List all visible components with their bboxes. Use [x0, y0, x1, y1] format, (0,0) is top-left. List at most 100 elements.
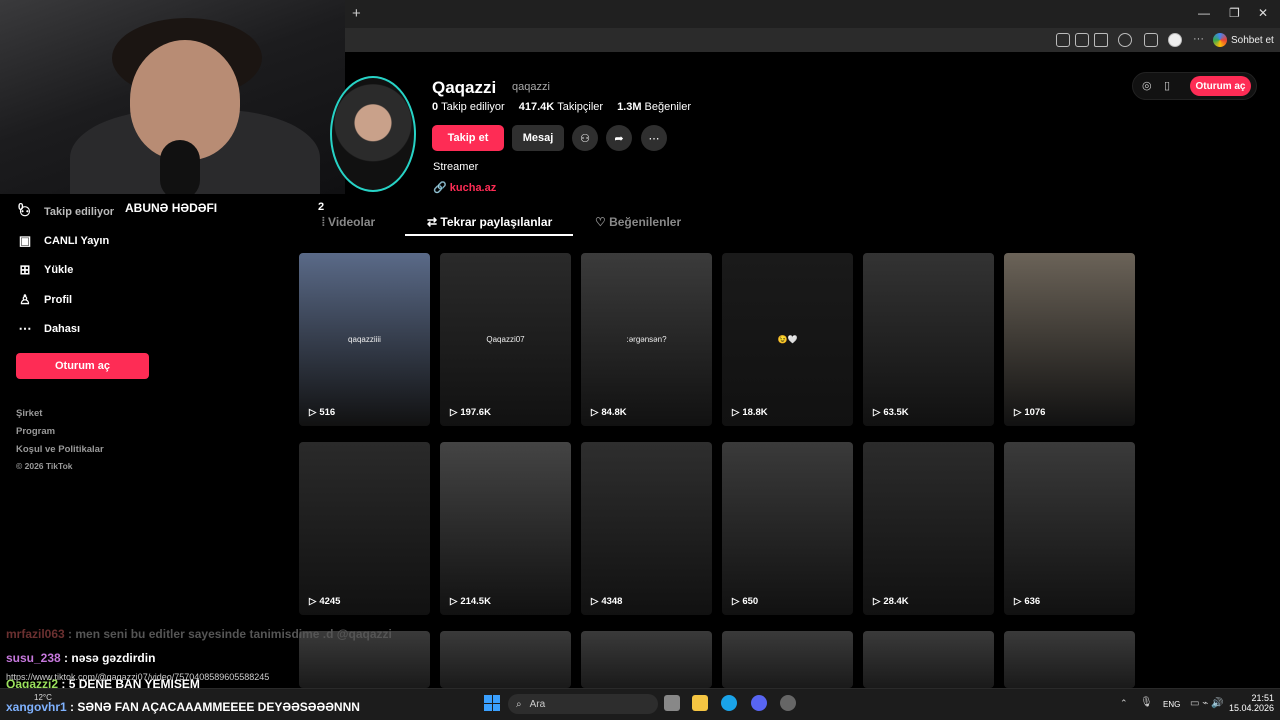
goal-count-right: 2 — [318, 201, 325, 213]
profile-name: Qaqazzi — [432, 78, 497, 97]
translate-icon[interactable] — [1075, 33, 1089, 47]
sidebar-item-live[interactable]: ▣ CANLI Yayın — [18, 234, 109, 248]
video-card[interactable]: ▷ 214.5K — [440, 442, 571, 615]
close-button[interactable]: ✕ — [1258, 6, 1268, 20]
share-icon[interactable]: ➦ — [606, 125, 632, 151]
video-card[interactable]: ▷ 636 — [1004, 442, 1135, 615]
view-count-text: 84.8K — [601, 407, 627, 418]
video-caption: 😉🤍 — [777, 335, 798, 344]
view-count-text: 650 — [742, 596, 759, 607]
restore-button[interactable]: ❐ — [1229, 6, 1240, 20]
footer-program-link[interactable]: Program — [16, 426, 55, 437]
video-card[interactable]: :ərgənsən? ▷ 84.8K — [581, 253, 712, 426]
view-count-text: 4348 — [601, 596, 623, 607]
new-tab-button[interactable]: + — [352, 5, 361, 22]
profile-link[interactable]: 🔗 kucha.az — [433, 181, 496, 194]
follow-button[interactable]: Takip et — [432, 125, 504, 151]
browser-menu-icon[interactable]: ··· — [1193, 33, 1204, 45]
play-icon: ▷ — [309, 596, 317, 607]
start-icon[interactable] — [484, 695, 500, 711]
play-icon: ▷ — [450, 407, 458, 418]
view-count-text: 63.5K — [883, 407, 909, 418]
likes-stat: 1.3M Beğeniler — [617, 101, 692, 113]
view-count: ▷ 63.5K — [873, 407, 909, 418]
view-count-text: 636 — [1024, 596, 1041, 607]
sidebar-item-more[interactable]: ⋯ Dahası — [18, 321, 81, 336]
profile-avatar-icon[interactable] — [1168, 33, 1182, 47]
network-icon[interactable]: ▭ ⌁ 🔊 — [1190, 698, 1223, 709]
tab-videos[interactable]: ⦙ Videolar — [322, 215, 375, 230]
view-count: ▷ 214.5K — [450, 596, 491, 607]
goal-count-left: 0 — [18, 202, 24, 213]
favorite-star-icon[interactable] — [1094, 33, 1108, 47]
mic-icon[interactable]: 🎙 — [1140, 697, 1153, 708]
play-icon: ▷ — [732, 407, 740, 418]
app-install-icon[interactable] — [1056, 33, 1070, 47]
profile-avatar[interactable] — [330, 76, 416, 192]
view-count-text: 18.8K — [742, 407, 768, 418]
video-card[interactable]: ▷ 4348 — [581, 442, 712, 615]
active-tab-indicator — [405, 234, 573, 236]
file-explorer-icon[interactable] — [692, 695, 708, 711]
task-view-icon[interactable] — [664, 695, 680, 711]
more-dots-icon: ⋯ — [18, 321, 32, 336]
sidebar-item-upload[interactable]: ⊞ Yükle — [18, 263, 74, 277]
video-card[interactable]: Qaqazzi07 ▷ 197.6K — [440, 253, 571, 426]
video-card[interactable] — [1004, 631, 1135, 688]
play-icon: ▷ — [873, 596, 881, 607]
extensions-icon[interactable] — [1118, 33, 1132, 47]
video-caption: :ərgənsən? — [626, 335, 667, 344]
view-count: ▷ 28.4K — [873, 596, 909, 607]
edge-icon[interactable] — [721, 695, 737, 711]
repost-icon: ⇄ — [427, 215, 441, 229]
video-card[interactable]: ▷ 1076 — [1004, 253, 1135, 426]
minimize-button[interactable]: — — [1198, 6, 1210, 20]
language-indicator[interactable]: ENG — [1163, 700, 1180, 709]
video-card[interactable] — [863, 631, 994, 688]
sidebar-login-button[interactable]: Oturum aç — [16, 353, 149, 379]
play-icon: ▷ — [591, 596, 599, 607]
more-options-icon[interactable]: ⋯ — [641, 125, 667, 151]
video-card[interactable] — [440, 631, 571, 688]
video-card[interactable]: qaqazziiii ▷ 516 — [299, 253, 430, 426]
view-count-text: 28.4K — [883, 596, 909, 607]
copilot-icon — [1213, 33, 1227, 47]
webcam-overlay — [0, 0, 345, 194]
video-card[interactable]: ▷ 28.4K — [863, 442, 994, 615]
view-count-text: 4245 — [319, 596, 341, 607]
discord-icon[interactable] — [751, 695, 767, 711]
sidebar-item-profile[interactable]: ♙ Profil — [18, 293, 72, 307]
video-card[interactable]: 😉🤍 ▷ 18.8K — [722, 253, 853, 426]
collections-icon[interactable] — [1144, 33, 1158, 47]
top-login-button[interactable]: Oturum aç — [1190, 76, 1251, 96]
message-button[interactable]: Mesaj — [512, 125, 564, 151]
live-tv-icon: ▣ — [18, 233, 32, 248]
view-count: ▷ 636 — [1014, 596, 1040, 607]
tray-chevron-icon[interactable]: ⌃ — [1120, 698, 1128, 709]
chat-line: xangovhr1 : SƏNƏ FAN AÇACAAAMMEEEE DEYƏƏ… — [6, 700, 360, 714]
copilot-chat-button[interactable]: Sohbet et — [1213, 31, 1274, 49]
followers-stat[interactable]: 417.4K Takipçiler — [519, 101, 603, 113]
view-count: ▷ 1076 — [1014, 407, 1045, 418]
taskbar-clock[interactable]: 21:51 15.04.2026 — [1226, 693, 1274, 713]
add-friend-icon[interactable]: ⚇ — [572, 125, 598, 151]
view-count: ▷ 4245 — [309, 596, 340, 607]
phone-icon[interactable]: ▯ — [1164, 79, 1170, 92]
following-stat[interactable]: 0 Takip ediliyor — [432, 101, 505, 113]
video-card[interactable] — [722, 631, 853, 688]
view-count-text: 214.5K — [460, 596, 491, 607]
footer-terms-link[interactable]: Koşul ve Politikalar — [16, 444, 104, 455]
profile-username: qaqazzi — [512, 81, 550, 93]
settings-icon[interactable] — [780, 695, 796, 711]
view-count: ▷ 4348 — [591, 596, 622, 607]
coin-icon[interactable]: ◎ — [1142, 79, 1152, 92]
video-card[interactable]: ▷ 63.5K — [863, 253, 994, 426]
tab-reposts[interactable]: ⇄ Tekrar paylaşılanlar — [427, 215, 552, 229]
tab-liked[interactable]: ♡ Beğenilenler — [595, 215, 681, 229]
sidebar-item-following[interactable]: ⚇ Takip ediliyor — [18, 205, 114, 219]
taskbar-search[interactable]: ⌕ Ara — [508, 694, 658, 714]
video-card[interactable] — [581, 631, 712, 688]
video-card[interactable]: ▷ 650 — [722, 442, 853, 615]
footer-company-link[interactable]: Şirket — [16, 408, 42, 419]
video-card[interactable]: ▷ 4245 — [299, 442, 430, 615]
